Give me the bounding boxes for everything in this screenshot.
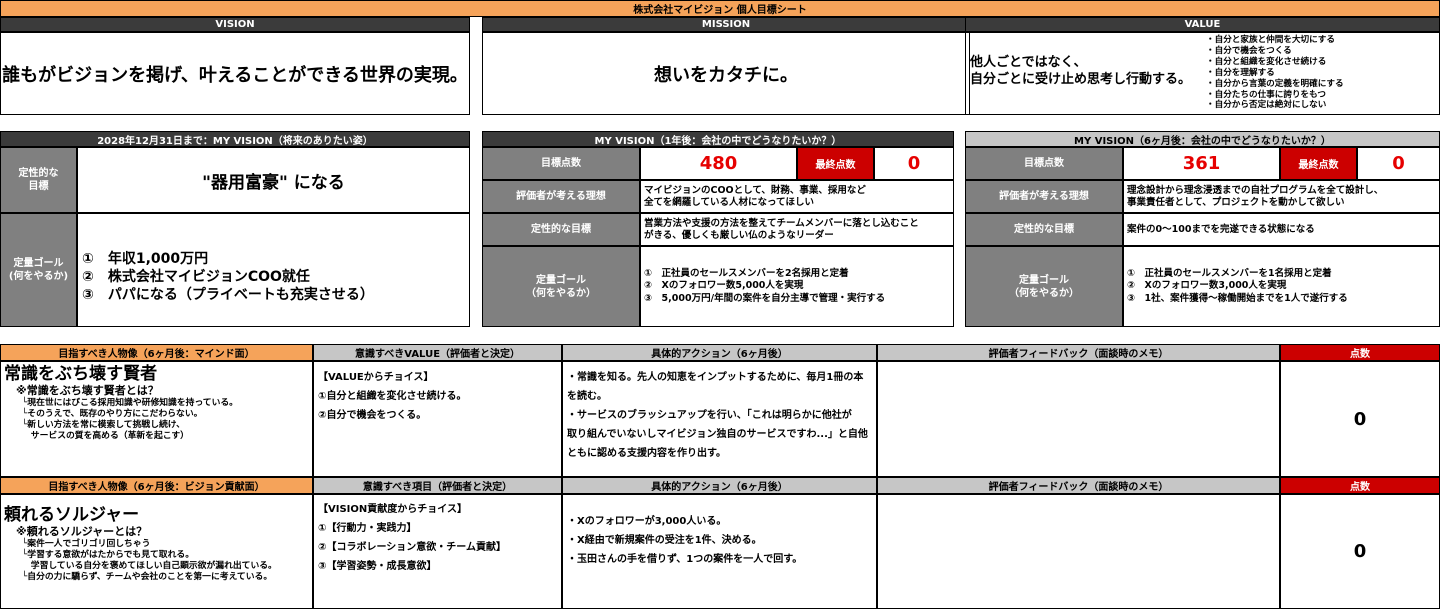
- my-vision-qual-text: "器用富豪" になる: [202, 172, 345, 193]
- mind-value-text: 【VALUEからチョイス】 ①自分と組織を変化させ続ける。 ②自分で機会をつくる…: [318, 372, 467, 421]
- one-year-qual-label: 定性的な目標: [482, 213, 640, 246]
- mission-cell: 想いをカタチに。: [482, 32, 970, 115]
- mind-persona-title: 常識をぶち壊す賢者: [4, 364, 158, 384]
- mind-persona-cell: 常識をぶち壊す賢者 ※常識をぶち壊す賢者とは？ └現在世にはびこる採用知識や研修…: [0, 361, 313, 477]
- six-month-quant-label: 定量ゴール （何をやるか）: [965, 246, 1123, 327]
- six-month-quant-cell: ① 正社員のセールスメンバーを1名採用と定着 ② Xのフォロワー数3,000人を…: [1123, 246, 1440, 327]
- contrib-persona-title: 頼れるソルジャー: [4, 505, 140, 525]
- contrib-feedback-cell[interactable]: [877, 494, 1280, 609]
- six-month-target-cell: 361: [1123, 147, 1280, 180]
- one-year-quant-cell: ① 正社員のセールスメンバーを2名採用と定着 ② Xのフォロワー数5,000人を…: [640, 246, 954, 327]
- my-vision-quant-item: ③ パパになる（プライベートも充実させる）: [82, 287, 374, 304]
- contrib-score-cell: 0: [1280, 494, 1440, 609]
- one-year-target-value: 480: [699, 153, 738, 174]
- vision-cell: 誰もがビジョンを掲げ、叶えることができる世界の実現。: [0, 32, 470, 115]
- six-month-header: MY VISION（6ヶ月後：会社の中でどうなりたいか？）: [965, 131, 1440, 147]
- six-month-qual-cell: 案件の0〜100までを完遂できる状態になる: [1123, 213, 1440, 246]
- value-list-item: ・自分を理解する: [1206, 67, 1275, 78]
- contrib-header-persona: 目指すべき人物像（6ヶ月後：ビジョン貢献面）: [0, 477, 313, 494]
- one-year-final-value: 0: [907, 153, 921, 174]
- my-vision-quant-cell: ① 年収1,000万円 ② 株式会社マイビジョンCOO就任 ③ パパになる（プラ…: [77, 213, 470, 327]
- one-year-header: MY VISION（1年後：会社の中でどうなりたいか？）: [482, 131, 954, 147]
- one-year-qual-text: 営業方法や支援の方法を整えてチームメンバーに落とし込むこと がきる、優しくも厳し…: [644, 218, 919, 241]
- six-month-ideal-cell: 理念設計から理念浸透までの自社プログラムを全て設計し、 事業責任者として、プロジ…: [1123, 180, 1440, 213]
- value-header: VALUE: [965, 17, 1440, 32]
- six-month-final-label: 最終点数: [1280, 147, 1357, 180]
- contrib-score-value: 0: [1353, 541, 1367, 562]
- mind-header-score: 点数: [1280, 344, 1440, 361]
- one-year-ideal-label: 評価者が考える理想: [482, 180, 640, 213]
- one-year-final-label: 最終点数: [797, 147, 874, 180]
- value-list-item: ・自分で機会をつくる: [1206, 45, 1292, 56]
- contrib-items-text: 【VISION貢献度からチョイス】 ①【行動力・実践力】 ②【コラボレーション意…: [318, 504, 506, 572]
- mind-header-persona: 目指すべき人物像（6ヶ月後：マインド面）: [0, 344, 313, 361]
- mission-text: 想いをカタチに。: [654, 64, 798, 86]
- six-month-ideal-text: 理念設計から理念浸透までの自社プログラムを全て設計し、 事業責任者として、プロジ…: [1127, 185, 1384, 208]
- my-vision-quant-item: ② 株式会社マイビジョンCOO就任: [82, 268, 310, 285]
- one-year-quant-label: 定量ゴール （何をやるか）: [482, 246, 640, 327]
- six-month-qual-text: 案件の0〜100までを完遂できる状態になる: [1127, 223, 1315, 235]
- one-year-ideal-text: マイビジョンのCOOとして、財務、事業、採用など 全てを網羅している人材になって…: [644, 185, 866, 208]
- value-list: ・自分と家族と仲間を大切にする ・自分で機会をつくる ・自分と組織を変化させ続け…: [1206, 35, 1436, 111]
- contrib-persona-subtitle: ※頼れるソルジャーとは？: [16, 525, 148, 539]
- value-list-item: ・自分から否定は絶対にしない: [1206, 100, 1327, 111]
- mind-score-cell: 0: [1280, 361, 1440, 477]
- six-month-ideal-label: 評価者が考える理想: [965, 180, 1123, 213]
- six-month-final-cell: 0: [1357, 147, 1440, 180]
- six-month-final-value: 0: [1392, 153, 1405, 174]
- my-vision-header: 2028年12月31日まで：MY VISION（将来のありたい姿）: [0, 131, 470, 147]
- my-vision-qual-cell: "器用富豪" になる: [77, 147, 470, 213]
- contrib-header-items: 意識すべき項目（評価者と決定）: [313, 477, 562, 494]
- my-vision-quant-item: ① 年収1,000万円: [82, 250, 209, 267]
- my-vision-quant-label: 定量ゴール (何をやるか): [0, 213, 77, 327]
- six-month-quant-text: ① 正社員のセールスメンバーを1名採用と定着 ② Xのフォロワー数3,000人を…: [1127, 267, 1348, 304]
- vision-text: 誰もがビジョンを掲げ、叶えることができる世界の実現。: [2, 64, 468, 86]
- mind-action-text: ・常識を知る。先人の知恵をインプットするために、毎月1冊の本 を読む。 ・サービ…: [567, 372, 868, 459]
- value-list-item: ・自分と組織を変化させ続ける: [1206, 56, 1327, 67]
- contrib-header-feedback: 評価者フィードバック（面談時のメモ）: [877, 477, 1280, 494]
- mind-persona-subtitle: ※常識をぶち壊す賢者とは？: [16, 384, 159, 398]
- one-year-target-label: 目標点数: [482, 147, 640, 180]
- one-year-final-cell: 0: [874, 147, 954, 180]
- one-year-quant-text: ① 正社員のセールスメンバーを2名採用と定着 ② Xのフォロワー数5,000人を…: [644, 267, 886, 304]
- mind-header-action: 具体的アクション（6ヶ月後）: [562, 344, 877, 361]
- contrib-persona-cell: 頼れるソルジャー ※頼れるソルジャーとは？ └案件一人でゴリゴリ回しちゃう └学…: [0, 494, 313, 609]
- mission-header: MISSION: [482, 17, 970, 32]
- contrib-items-cell: 【VISION貢献度からチョイス】 ①【行動力・実践力】 ②【コラボレーション意…: [313, 494, 562, 609]
- contrib-header-score: 点数: [1280, 477, 1440, 494]
- mind-action-cell: ・常識を知る。先人の知恵をインプットするために、毎月1冊の本 を読む。 ・サービ…: [562, 361, 877, 477]
- mind-value-cell: 【VALUEからチョイス】 ①自分と組織を変化させ続ける。 ②自分で機会をつくる…: [313, 361, 562, 477]
- value-list-item: ・自分から言葉の定義を明確にする: [1206, 78, 1344, 89]
- contrib-action-cell: ・Xのフォロワーが3,000人いる。 ・X経由で新規案件の受注を1件、決める。 …: [562, 494, 877, 609]
- mind-persona-desc: └現在世にはびこる採用知識や研修知識を持っている。 └そのうえで、既存のやり方に…: [22, 397, 238, 441]
- my-vision-qual-label: 定性的な 目標: [0, 147, 77, 213]
- value-list-item: ・自分と家族と仲間を大切にする: [1206, 35, 1335, 45]
- sheet-title: 株式会社マイビジョン 個人目標シート: [0, 0, 1440, 17]
- one-year-target-cell: 480: [640, 147, 797, 180]
- value-main-text: 他人ごとではなく、 自分ごとに受け止め思考し行動する。: [970, 55, 1192, 87]
- one-year-ideal-cell: マイビジョンのCOOとして、財務、事業、採用など 全てを網羅している人材になって…: [640, 180, 954, 213]
- contrib-persona-desc: └案件一人でゴリゴリ回しちゃう └学習する意欲がはたからでも見て取れる。 学習し…: [22, 538, 277, 582]
- contrib-action-text: ・Xのフォロワーが3,000人いる。 ・X経由で新規案件の受注を1件、決める。 …: [567, 516, 803, 565]
- mind-feedback-cell[interactable]: [877, 361, 1280, 477]
- six-month-qual-label: 定性的な目標: [965, 213, 1123, 246]
- six-month-target-label: 目標点数: [965, 147, 1123, 180]
- mind-header-feedback: 評価者フィードバック（面談時のメモ）: [877, 344, 1280, 361]
- six-month-target-value: 361: [1182, 153, 1221, 174]
- mind-header-value: 意識すべきVALUE（評価者と決定）: [313, 344, 562, 361]
- value-cell: 他人ごとではなく、 自分ごとに受け止め思考し行動する。 ・自分と家族と仲間を大切…: [965, 32, 1440, 115]
- one-year-qual-cell: 営業方法や支援の方法を整えてチームメンバーに落とし込むこと がきる、優しくも厳し…: [640, 213, 954, 246]
- value-list-item: ・自分たちの仕事に誇りをもつ: [1206, 89, 1326, 100]
- contrib-header-action: 具体的アクション（6ヶ月後）: [562, 477, 877, 494]
- vision-header: VISION: [0, 17, 470, 32]
- mind-score-value: 0: [1353, 408, 1367, 430]
